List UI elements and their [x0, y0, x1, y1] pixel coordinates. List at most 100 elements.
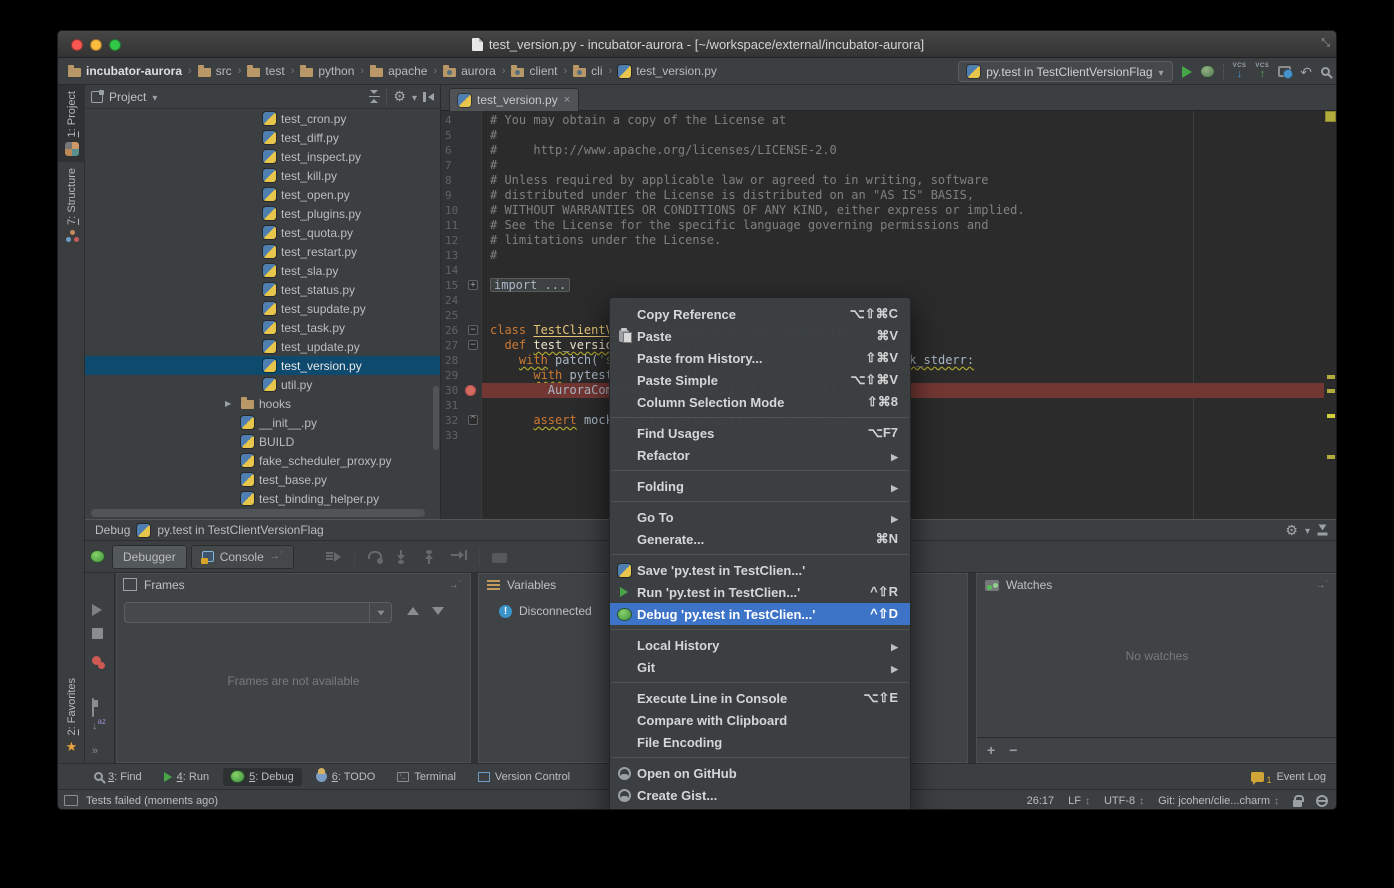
breakpoint-icon[interactable]: [465, 385, 476, 396]
fold-marker-icon[interactable]: −: [468, 340, 478, 350]
tree-item[interactable]: test_binding_helper.py: [85, 489, 440, 508]
show-execution-point-icon[interactable]: [326, 550, 342, 564]
tree-item[interactable]: test_inspect.py: [85, 147, 440, 166]
menu-item[interactable]: File Encoding: [610, 731, 910, 753]
next-frame-icon[interactable]: [432, 607, 444, 615]
step-into-icon[interactable]: [395, 550, 411, 564]
tree-item[interactable]: test_sla.py: [85, 261, 440, 280]
menu-item[interactable]: Open on GitHub: [610, 762, 910, 784]
float-pane-icon[interactable]: [449, 580, 462, 591]
toolwindow-button-5-debug[interactable]: 5: Debug: [223, 768, 302, 786]
menu-item[interactable]: Run 'py.test in TestClien...'^⇧R: [610, 581, 910, 603]
sidebar-item-2-favorites[interactable]: 2: Favorites: [58, 672, 85, 759]
menu-item[interactable]: Debug 'py.test in TestClien...'^⇧D: [610, 603, 910, 625]
resume-icon[interactable]: [92, 604, 102, 616]
menu-item[interactable]: Copy Reference⌥⇧⌘C: [610, 303, 910, 325]
search-everywhere-button[interactable]: [1321, 67, 1330, 76]
sidebar-item-7-structure[interactable]: 7: Structure: [58, 162, 85, 248]
toolwindow-button-4-run[interactable]: 4: Run: [156, 768, 217, 786]
fold-marker-icon[interactable]: ^: [468, 415, 478, 425]
toolwindow-button-terminal[interactable]: Terminal: [389, 768, 464, 786]
thread-selector[interactable]: [124, 602, 392, 623]
code-line[interactable]: 9# distributed under the License is dist…: [441, 188, 1324, 203]
tree-item[interactable]: test_task.py: [85, 318, 440, 337]
tree-item[interactable]: test_cron.py: [85, 109, 440, 128]
tree-vertical-scrollbar[interactable]: [433, 386, 439, 450]
code-line[interactable]: 15+import ...: [441, 278, 1324, 293]
hide-panel-icon[interactable]: [1318, 525, 1328, 536]
hide-panel-icon[interactable]: [423, 92, 434, 102]
breadcrumb-item[interactable]: src: [198, 64, 232, 78]
code-line[interactable]: 13#: [441, 248, 1324, 263]
chevron-right-icon[interactable]: [225, 399, 235, 408]
code-line[interactable]: 14: [441, 263, 1324, 278]
run-to-cursor-icon[interactable]: [451, 550, 467, 564]
tree-item[interactable]: __init__.py: [85, 413, 440, 432]
tree-item[interactable]: test_restart.py: [85, 242, 440, 261]
tree-item[interactable]: test_base.py: [85, 470, 440, 489]
chevron-down-icon[interactable]: [1305, 523, 1310, 537]
breadcrumb-item[interactable]: cli: [573, 64, 602, 78]
menu-item[interactable]: Paste from History...⇧⌘V: [610, 347, 910, 369]
code-line[interactable]: 6# http://www.apache.org/licenses/LICENS…: [441, 143, 1324, 158]
step-out-icon[interactable]: [423, 550, 439, 564]
previous-frame-icon[interactable]: [407, 607, 419, 615]
run-button[interactable]: [1182, 66, 1192, 78]
chevron-down-icon[interactable]: [152, 90, 157, 104]
recent-changes-button[interactable]: [1278, 66, 1291, 77]
resize-icon[interactable]: ⤡: [1321, 37, 1330, 50]
close-icon[interactable]: [564, 94, 570, 106]
code-line[interactable]: 5#: [441, 128, 1324, 143]
code-line[interactable]: 7#: [441, 158, 1324, 173]
vcs-update-button[interactable]: VCS↓: [1233, 63, 1247, 80]
status-item[interactable]: Git: jcohen/clie...charm: [1158, 795, 1279, 807]
toolwindow-button-6-todo[interactable]: 6: TODO: [308, 768, 384, 786]
fold-marker-icon[interactable]: −: [468, 325, 478, 335]
breadcrumb-item[interactable]: test_version.py: [618, 64, 717, 78]
menu-item[interactable]: Compare with Clipboard: [610, 709, 910, 731]
vcs-commit-button[interactable]: VCS↑: [1255, 63, 1269, 80]
view-breakpoints-icon[interactable]: [92, 656, 101, 665]
menu-item[interactable]: Paste⌘V: [610, 325, 910, 347]
tree-item[interactable]: test_status.py: [85, 280, 440, 299]
restore-layout-icon[interactable]: [92, 698, 94, 717]
evaluate-expression-icon[interactable]: [492, 553, 507, 563]
breadcrumb-item[interactable]: client: [511, 64, 557, 78]
step-over-icon[interactable]: [367, 550, 383, 564]
breadcrumb-item[interactable]: apache: [370, 64, 427, 78]
tree-horizontal-scrollbar[interactable]: [91, 509, 425, 517]
tree-item[interactable]: fake_scheduler_proxy.py: [85, 451, 440, 470]
remove-watch-icon[interactable]: [1009, 742, 1017, 758]
menu-item[interactable]: Git: [610, 656, 910, 678]
toolwindow-button-version-control[interactable]: Version Control: [470, 768, 578, 786]
zoom-window-icon[interactable]: [109, 39, 121, 51]
breadcrumb-item[interactable]: python: [300, 64, 354, 78]
tree-item[interactable]: test_supdate.py: [85, 299, 440, 318]
breadcrumb-item[interactable]: incubator-aurora: [68, 64, 182, 78]
close-window-icon[interactable]: [71, 39, 83, 51]
code-line[interactable]: 11# See the License for the specific lan…: [441, 218, 1324, 233]
inspection-status-icon[interactable]: [1325, 111, 1336, 122]
sort-alphabetically-icon[interactable]: [92, 717, 106, 732]
tab-console[interactable]: Console: [191, 545, 294, 569]
breadcrumb-item[interactable]: test: [247, 64, 284, 78]
undo-button[interactable]: [1300, 65, 1312, 79]
tree-item[interactable]: test_kill.py: [85, 166, 440, 185]
tree-item[interactable]: BUILD: [85, 432, 440, 451]
tree-item[interactable]: util.py: [85, 375, 440, 394]
menu-item[interactable]: Column Selection Mode⇧⌘8: [610, 391, 910, 413]
editor-tab[interactable]: test_version.py: [449, 88, 579, 111]
tree-item[interactable]: test_update.py: [85, 337, 440, 356]
title-bar[interactable]: test_version.py - incubator-aurora - [~/…: [58, 31, 1337, 58]
tree-item[interactable]: test_plugins.py: [85, 204, 440, 223]
code-line[interactable]: 8# Unless required by applicable law or …: [441, 173, 1324, 188]
status-message[interactable]: Tests failed (moments ago): [86, 795, 218, 807]
float-pane-icon[interactable]: [1316, 580, 1329, 591]
menu-item[interactable]: Generate...⌘N: [610, 528, 910, 550]
menu-item[interactable]: Find Usages⌥F7: [610, 422, 910, 444]
status-item[interactable]: 26:17: [1027, 795, 1055, 807]
code-line[interactable]: 10# WITHOUT WARRANTIES OR CONDITIONS OF …: [441, 203, 1324, 218]
fold-marker-icon[interactable]: +: [468, 280, 478, 290]
menu-item[interactable]: Go To: [610, 506, 910, 528]
menu-item[interactable]: Save 'py.test in TestClien...': [610, 559, 910, 581]
